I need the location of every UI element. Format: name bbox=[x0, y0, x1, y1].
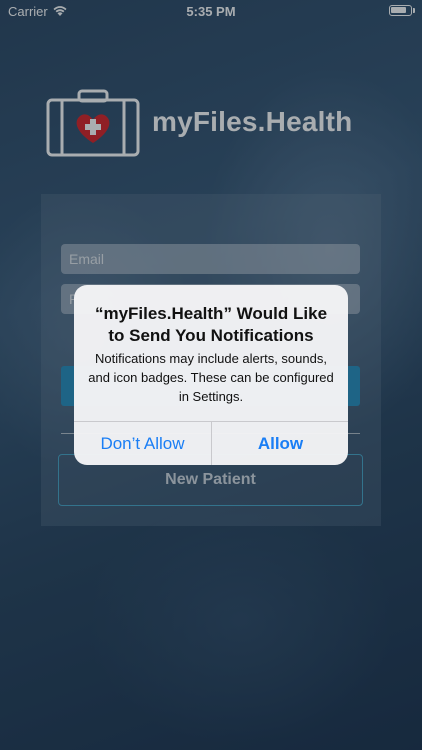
allow-button[interactable]: Allow bbox=[212, 422, 348, 465]
app-screen: Carrier 5:35 PM myFiles.Health Email P N… bbox=[0, 0, 422, 750]
dont-allow-button[interactable]: Don’t Allow bbox=[74, 422, 211, 465]
alert-message: Notifications may include alerts, sounds… bbox=[88, 351, 334, 404]
notification-permission-alert: “myFiles.Health” Would Like to Send You … bbox=[74, 285, 348, 465]
alert-title: “myFiles.Health” Would Like to Send You … bbox=[94, 304, 328, 345]
